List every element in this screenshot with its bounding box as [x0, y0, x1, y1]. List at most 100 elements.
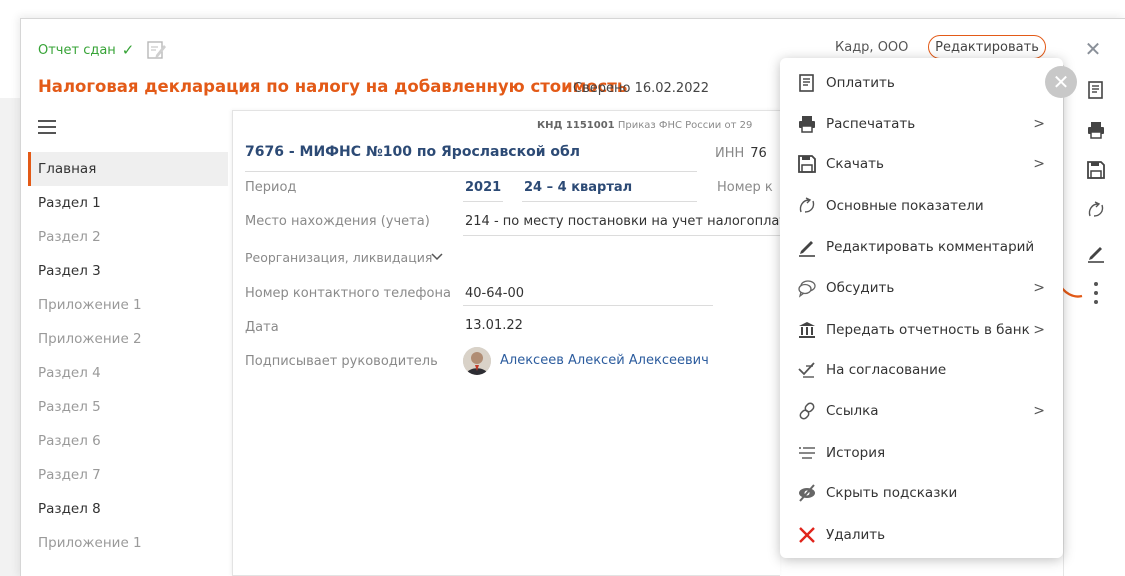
menu-item-label: Скачать [826, 156, 884, 172]
bank-icon [796, 319, 818, 341]
chevron-down-icon[interactable] [430, 252, 444, 262]
form-card [232, 110, 780, 576]
more-options-icon[interactable] [1090, 282, 1102, 312]
check-icon: ✓ [121, 41, 135, 59]
knd-info: КНД 1151001 Приказ ФНС России от 29 [537, 120, 752, 131]
menu-item-link[interactable]: Ссылка > [780, 391, 1063, 431]
location-value[interactable]: 214 - по месту постановки на учет налого… [465, 214, 795, 229]
menu-item-hide-hints[interactable]: Скрыть подсказки [780, 473, 1063, 513]
indicators-icon[interactable] [1086, 200, 1106, 220]
chevron-right-icon: > [1033, 322, 1045, 338]
menu-item-history[interactable]: История [780, 433, 1063, 473]
close-icon[interactable]: ✕ [1078, 34, 1108, 64]
menu-item-label: Обсудить [826, 280, 895, 296]
phone-input[interactable]: 40-64-00 [465, 286, 524, 301]
menu-item-label: Редактировать комментарий [826, 239, 1035, 255]
menu-item-pay[interactable]: Оплатить [780, 63, 1063, 103]
sidebar-item-appendix1-b[interactable]: Приложение 1 [28, 526, 228, 560]
period-year[interactable]: 2021 [465, 180, 501, 195]
menu-item-send-to-bank[interactable]: Передать отчетность в банк > [780, 310, 1063, 350]
divider [463, 201, 503, 202]
inn-value[interactable]: 76 [750, 146, 767, 161]
signer-link[interactable]: Алексеев Алексей Алексеевич [500, 353, 709, 368]
menu-item-label: Скрыть подсказки [826, 485, 958, 501]
page-title: Налоговая декларация по налогу на добавл… [38, 77, 628, 96]
right-toolbar [1063, 65, 1125, 576]
edit-button[interactable]: Редактировать [928, 35, 1046, 59]
menu-item-edit-comment[interactable]: Редактировать комментарий [780, 227, 1063, 267]
number-label: Номер к [717, 180, 773, 195]
date-value[interactable]: 13.01.22 [465, 318, 523, 333]
sidebar-item-section3[interactable]: Раздел 3 [28, 254, 228, 288]
menu-item-label: На согласование [826, 362, 947, 378]
avatar [463, 347, 491, 375]
receipt-icon [796, 72, 818, 94]
divider [463, 305, 713, 306]
receipt-icon[interactable] [1086, 80, 1106, 100]
reorg-label[interactable]: Реорганизация, ликвидация [245, 250, 432, 265]
menu-item-label: Передать отчетность в банк [826, 322, 1030, 338]
sidebar-item-section5[interactable]: Раздел 5 [28, 390, 228, 424]
menu-item-approval[interactable]: На согласование [780, 350, 1063, 390]
company-name[interactable]: Кадр, ООО [835, 40, 908, 55]
knd-order: Приказ ФНС России от 29 [617, 120, 753, 131]
sidebar-item-section1[interactable]: Раздел 1 [28, 186, 228, 220]
menu-item-label: История [826, 445, 886, 461]
chevron-right-icon: > [1033, 156, 1045, 172]
menu-item-label: Распечатать [826, 116, 916, 132]
inn-field: ИНН 76 [715, 146, 767, 161]
sidebar-item-main[interactable]: Главная [28, 152, 228, 186]
status-text: Отчет сдан [38, 42, 116, 58]
sidebar-item-appendix2[interactable]: Приложение 2 [28, 322, 228, 356]
date-label: Дата [245, 320, 279, 335]
menu-item-label: Удалить [826, 527, 886, 543]
hamburger-menu-icon[interactable] [38, 120, 56, 134]
status-row: Отчет сдан ✓ [38, 40, 168, 60]
phone-label: Номер контактного телефона [245, 286, 451, 301]
period-quarter[interactable]: 24 – 4 квартал [524, 180, 632, 195]
chevron-right-icon: > [1033, 116, 1045, 132]
history-icon [796, 442, 818, 464]
chevron-right-icon: > [1033, 280, 1045, 296]
divider [463, 235, 780, 236]
hide-hints-icon [796, 482, 818, 504]
menu-item-download[interactable]: Скачать > [780, 144, 1063, 184]
chevron-right-icon: > [1033, 403, 1045, 419]
tax-office-field[interactable]: 7676 - МИФНС №100 по Ярославской обл [245, 144, 580, 160]
floppy-disk-icon[interactable] [1086, 160, 1106, 180]
sidebar-item-section2[interactable]: Раздел 2 [28, 220, 228, 254]
signer-label: Подписывает руководитель [245, 354, 438, 369]
menu-item-indicators[interactable]: Основные показатели [780, 186, 1063, 226]
inn-label: ИНН [715, 146, 745, 161]
menu-item-label: Оплатить [826, 75, 895, 91]
delete-icon [796, 524, 818, 546]
chat-icon [796, 277, 818, 299]
sidebar-item-section6[interactable]: Раздел 6 [28, 424, 228, 458]
printer-icon [796, 113, 818, 135]
sidebar-item-section7[interactable]: Раздел 7 [28, 458, 228, 492]
menu-item-print[interactable]: Распечатать > [780, 104, 1063, 144]
divider [245, 171, 697, 172]
close-menu-icon[interactable]: ✕ [1045, 66, 1077, 98]
menu-item-delete[interactable]: Удалить [780, 515, 1063, 555]
pen-icon[interactable] [1086, 243, 1106, 263]
link-icon [796, 400, 818, 422]
knd-code: КНД 1151001 [537, 120, 615, 131]
edit-note-icon[interactable] [146, 40, 168, 60]
printer-icon[interactable] [1086, 120, 1106, 140]
menu-item-label: Ссылка [826, 403, 879, 419]
sidebar-item-appendix1[interactable]: Приложение 1 [28, 288, 228, 322]
pen-icon [796, 236, 818, 258]
menu-item-discuss[interactable]: Обсудить > [780, 268, 1063, 308]
actions-menu: Оплатить Распечатать > Скачать > Основны… [780, 58, 1063, 558]
location-label: Место нахождения (учета) [245, 214, 430, 229]
sidebar-item-section8[interactable]: Раздел 8 [28, 492, 228, 526]
period-label: Период [245, 180, 297, 195]
sidebar: Главная Раздел 1 Раздел 2 Раздел 3 Прило… [28, 152, 228, 560]
menu-item-label: Основные показатели [826, 198, 984, 214]
sidebar-item-section4[interactable]: Раздел 4 [28, 356, 228, 390]
divider [522, 201, 697, 202]
reconciled-date: Сверено 16.02.2022 [573, 81, 710, 96]
indicators-icon [796, 195, 818, 217]
approval-icon [796, 359, 818, 381]
